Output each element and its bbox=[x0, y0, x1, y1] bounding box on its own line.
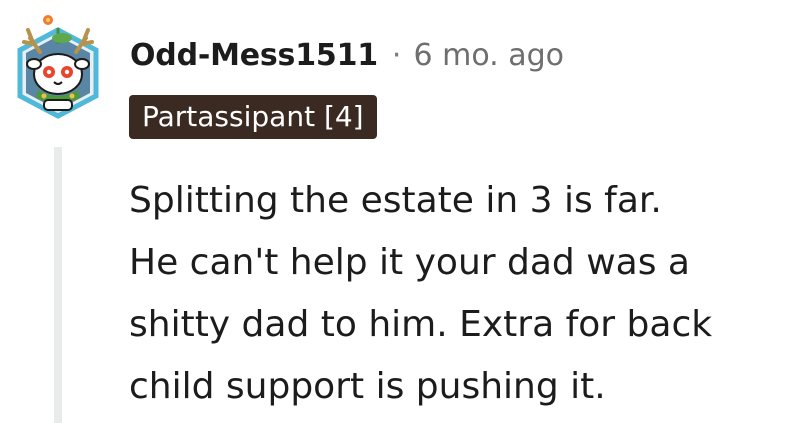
snoo-deer-avatar-icon bbox=[17, 15, 99, 119]
timestamp-link[interactable]: 6 mo. ago bbox=[413, 38, 564, 73]
separator-dot: · bbox=[391, 37, 402, 73]
comment-body-line: Splitting the estate in 3 is far. bbox=[129, 180, 662, 221]
username-link[interactable]: Odd-Mess1511 bbox=[130, 38, 378, 73]
user-flair-badge: Partassipant [4] bbox=[129, 95, 377, 139]
comment-header: Odd-Mess1511 · 6 mo. ago bbox=[130, 30, 564, 80]
comment-body-line: child support is pushing it. bbox=[129, 366, 606, 407]
comment: Odd-Mess1511 · 6 mo. ago Partassipant [4… bbox=[0, 0, 808, 423]
thread-collapse-line[interactable] bbox=[54, 147, 62, 423]
comment-body-line: He can't help it your dad was a bbox=[129, 242, 690, 283]
comment-body-line: shitty dad to him. Extra for back bbox=[129, 304, 713, 345]
comment-body: Splitting the estate in 3 is far. He can… bbox=[129, 170, 799, 418]
user-avatar[interactable] bbox=[10, 12, 106, 120]
